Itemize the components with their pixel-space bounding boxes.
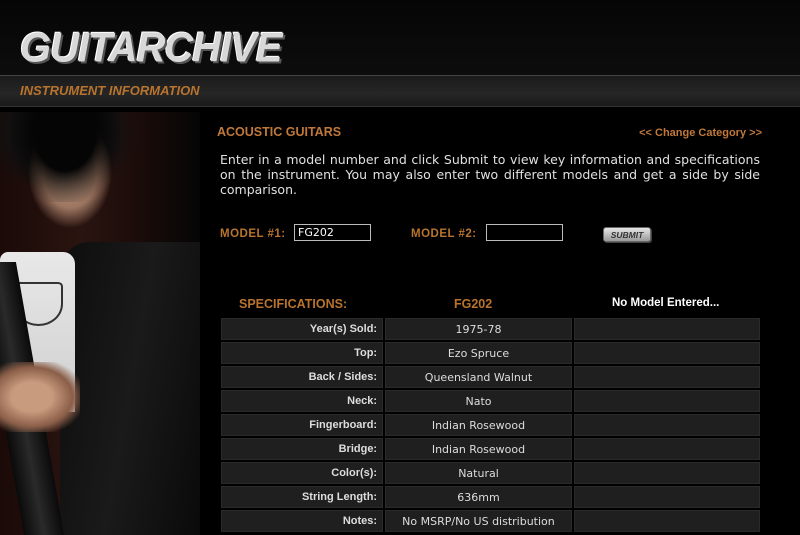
spec-value-model2 [573,438,760,460]
specifications-header: SPECIFICATIONS: [239,297,348,311]
spec-label: Color(s): [221,462,384,484]
spec-row: Fingerboard: Indian Rosewood [221,414,760,436]
intro-text: Enter in a model number and click Submit… [220,152,760,197]
submit-button[interactable]: SUBMIT [603,227,651,242]
spec-label: Back / Sides: [221,366,384,388]
spec-label: Top: [221,342,384,364]
spec-row: Neck: Nato [221,390,760,412]
spec-value-model2 [573,486,760,508]
spec-row: Notes: No MSRP/No US distribution [221,510,760,532]
spec-value-model1: 636mm [385,486,572,508]
spec-value-model2 [573,366,760,388]
spec-value-model1: Nato [385,390,572,412]
spec-row: String Length: 636mm [221,486,760,508]
photo-jacket [60,242,200,535]
spec-value-model2 [573,462,760,484]
change-category-link[interactable]: << Change Category >> [639,127,762,139]
spec-value-model2 [573,390,760,412]
spec-label: Fingerboard: [221,414,384,436]
spec-value-model1: Natural [385,462,572,484]
spec-label: Bridge: [221,438,384,460]
model1-input[interactable] [294,224,371,241]
artist-photo [0,112,200,535]
photo-hair [10,112,120,202]
model2-column-header: No Model Entered... [612,297,720,309]
spec-row: Bridge: Indian Rosewood [221,438,760,460]
category-title: ACOUSTIC GUITARS [217,125,342,139]
spec-label: Notes: [221,510,384,532]
spec-row: Top: Ezo Spruce [221,342,760,364]
spec-row: Back / Sides: Queensland Walnut [221,366,760,388]
spec-value-model1: No MSRP/No US distribution [385,510,572,532]
spec-label: String Length: [221,486,384,508]
site-logo[interactable]: GUITARCHIVE [20,25,283,72]
spec-label: Neck: [221,390,384,412]
spec-value-model1: Queensland Walnut [385,366,572,388]
spec-value-model2 [573,414,760,436]
spec-value-model2 [573,318,760,340]
site-header: GUITARCHIVE [0,0,800,76]
spec-value-model2 [573,510,760,532]
spec-label: Year(s) Sold: [221,318,384,340]
model1-column-header: FG202 [454,297,493,311]
model2-input[interactable] [486,224,563,241]
spec-value-model1: Indian Rosewood [385,414,572,436]
section-title: INSTRUMENT INFORMATION [20,83,200,98]
spec-row: Color(s): Natural [221,462,760,484]
spec-row: Year(s) Sold: 1975-78 [221,318,760,340]
spec-value-model1: Indian Rosewood [385,438,572,460]
spec-value-model2 [573,342,760,364]
specifications-table: Year(s) Sold: 1975-78 Top: Ezo Spruce Back /… [219,316,762,534]
model1-label: MODEL #1: [220,228,286,240]
photo-hand [0,362,80,432]
spec-value-model1: Ezo Spruce [385,342,572,364]
model2-label: MODEL #2: [411,228,477,240]
section-bar: INSTRUMENT INFORMATION [0,75,800,107]
spec-value-model1: 1975-78 [385,318,572,340]
